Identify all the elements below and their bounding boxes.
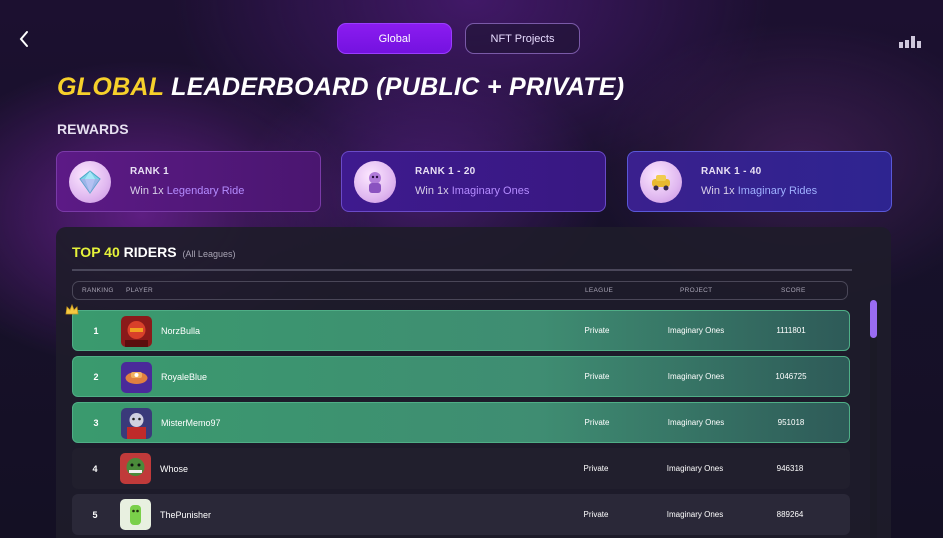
reward-rank: RANK 1 <box>130 166 170 177</box>
row-rank: 4 <box>92 463 98 474</box>
title-highlight: GLOBAL <box>57 73 164 101</box>
reward-prize: Legendary Ride <box>166 185 245 197</box>
row-league: Private <box>583 510 609 519</box>
row-player: NorzBulla <box>161 325 201 336</box>
column-header-player: PLAYER <box>126 287 153 294</box>
scrollbar-thumb[interactable] <box>870 300 877 338</box>
character-icon <box>354 160 396 203</box>
row-score: 951018 <box>777 418 805 427</box>
car-icon <box>640 160 682 203</box>
reward-win-prefix: Win 1x <box>701 185 735 197</box>
row-score: 946318 <box>776 464 804 473</box>
column-header-ranking: RANKING <box>82 287 114 294</box>
reward-card-rank-1[interactable]: RANK 1 Win 1x Legendary Ride <box>56 151 321 212</box>
row-project: Imaginary Ones <box>666 510 724 519</box>
row-project: Imaginary Ones <box>667 372 725 381</box>
diamond-icon <box>69 160 111 203</box>
table-row[interactable]: 2 RoyaleBlue Private Imaginary Ones 1046… <box>72 356 850 397</box>
row-player: RoyaleBlue <box>161 371 208 382</box>
tab-global[interactable]: Global <box>337 23 452 54</box>
reward-rank: RANK 1 - 20 <box>415 166 476 177</box>
avatar <box>120 499 151 530</box>
reward-rank: RANK 1 - 40 <box>701 166 762 177</box>
reward-card-rank-1-40[interactable]: RANK 1 - 40 Win 1x Imaginary Rides <box>627 151 892 212</box>
row-score: 889264 <box>776 510 804 519</box>
row-rank: 1 <box>93 325 99 336</box>
leaderboard-title-highlight: TOP 40 <box>72 244 120 260</box>
avatar <box>121 316 152 347</box>
table-row[interactable]: 4 Whose Private Imaginary Ones 946318 <box>72 448 850 489</box>
column-header-score: SCORE <box>781 287 806 294</box>
table-row[interactable]: 1 NorzBulla Private Imaginary Ones 11118… <box>72 310 850 351</box>
reward-text: Win 1x Imaginary Ones <box>415 185 529 197</box>
row-rank: 2 <box>93 371 99 382</box>
row-player: Whose <box>160 463 189 474</box>
row-rank: 3 <box>93 417 99 428</box>
back-button[interactable] <box>14 28 34 50</box>
reward-win-prefix: Win 1x <box>415 185 449 197</box>
tab-nft-projects[interactable]: NFT Projects <box>465 23 580 54</box>
bars-icon[interactable] <box>899 36 921 48</box>
row-rank: 5 <box>92 509 98 520</box>
row-player: ThePunisher <box>160 509 212 520</box>
reward-text: Win 1x Imaginary Rides <box>701 185 817 197</box>
title-rest: LEADERBOARD (PUBLIC + PRIVATE) <box>171 73 625 101</box>
row-league: Private <box>584 372 610 381</box>
chevron-left-icon <box>19 31 28 47</box>
row-league: Private <box>584 418 610 427</box>
reward-card-rank-1-20[interactable]: RANK 1 - 20 Win 1x Imaginary Ones <box>341 151 606 212</box>
divider <box>72 269 852 271</box>
table-header: RANKING PLAYER LEAGUE PROJECT SCORE <box>72 281 848 300</box>
row-project: Imaginary Ones <box>667 326 725 335</box>
column-header-project: PROJECT <box>680 287 713 294</box>
avatar <box>120 453 151 484</box>
row-league: Private <box>584 326 610 335</box>
rewards-heading: REWARDS <box>57 121 129 137</box>
avatar <box>121 362 152 393</box>
reward-prize: Imaginary Ones <box>451 185 530 197</box>
table-row[interactable]: 5 ThePunisher Private Imaginary Ones 889… <box>72 494 850 535</box>
leaderboard-title: TOP 40 RIDERS (All Leagues) <box>72 244 235 260</box>
column-header-league: LEAGUE <box>585 287 614 294</box>
row-player: MisterMemo97 <box>161 417 221 428</box>
reward-prize: Imaginary Rides <box>737 185 818 197</box>
avatar <box>121 408 152 439</box>
crown-icon <box>65 303 79 315</box>
leaderboard-panel: TOP 40 RIDERS (All Leagues) RANKING PLAY… <box>56 227 891 538</box>
row-project: Imaginary Ones <box>666 464 724 473</box>
row-project: Imaginary Ones <box>667 418 725 427</box>
reward-win-prefix: Win 1x <box>130 185 164 197</box>
row-league: Private <box>583 464 609 473</box>
row-score: 1046725 <box>775 372 807 381</box>
table-row[interactable]: 3 MisterMemo97 Private Imaginary Ones 95… <box>72 402 850 443</box>
row-score: 1111801 <box>776 326 806 335</box>
leaderboard-title-rest: RIDERS <box>123 244 177 260</box>
page-title: GLOBAL LEADERBOARD (PUBLIC + PRIVATE) <box>57 73 624 102</box>
leaderboard-subtitle: (All Leagues) <box>182 249 236 259</box>
tab-bar: Global NFT Projects <box>337 23 580 54</box>
reward-text: Win 1x Legendary Ride <box>130 185 244 197</box>
